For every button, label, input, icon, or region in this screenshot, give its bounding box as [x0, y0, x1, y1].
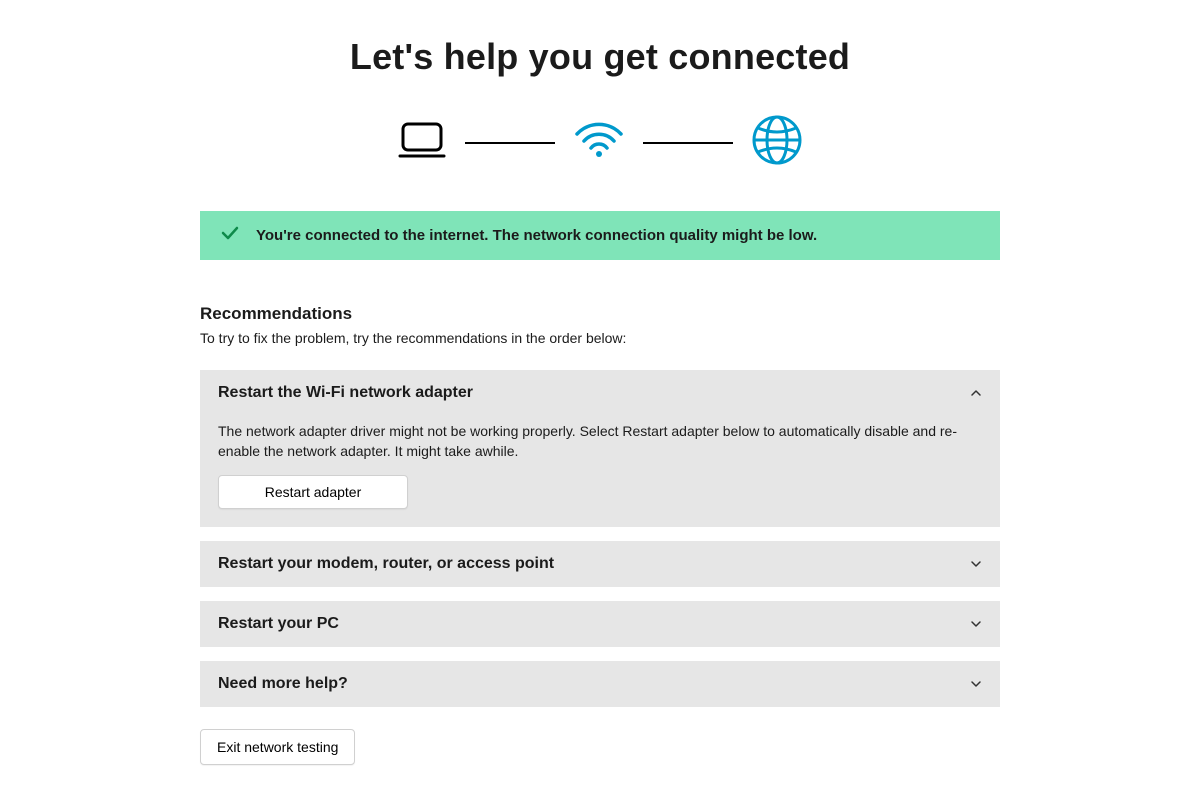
- globe-icon: [751, 114, 803, 171]
- chevron-down-icon: [970, 678, 982, 690]
- page-title: Let's help you get connected: [200, 36, 1000, 78]
- accordion-header-restart-pc[interactable]: Restart your PC: [200, 601, 1000, 647]
- status-message: You're connected to the internet. The ne…: [256, 227, 817, 244]
- recommendation-restart-modem: Restart your modem, router, or access po…: [200, 541, 1000, 587]
- chevron-up-icon: [970, 387, 982, 399]
- accordion-title: Restart your modem, router, or access po…: [218, 555, 554, 573]
- connector-line-2: [643, 142, 733, 144]
- accordion-title: Restart the Wi-Fi network adapter: [218, 384, 473, 402]
- chevron-down-icon: [970, 558, 982, 570]
- checkmark-icon: [220, 223, 240, 248]
- status-banner: You're connected to the internet. The ne…: [200, 211, 1000, 260]
- exit-network-testing-button[interactable]: Exit network testing: [200, 729, 355, 765]
- recommendation-restart-pc: Restart your PC: [200, 601, 1000, 647]
- recommendations-heading: Recommendations: [200, 304, 1000, 324]
- laptop-icon: [397, 120, 447, 165]
- connection-diagram: [200, 114, 1000, 171]
- wifi-icon: [573, 120, 625, 165]
- main-container: Let's help you get connected: [200, 0, 1000, 765]
- restart-adapter-button[interactable]: Restart adapter: [218, 475, 408, 509]
- accordion-title: Need more help?: [218, 675, 348, 693]
- recommendations-subtext: To try to fix the problem, try the recom…: [200, 330, 1000, 346]
- recommendation-more-help: Need more help?: [200, 661, 1000, 707]
- accordion-header-more-help[interactable]: Need more help?: [200, 661, 1000, 707]
- accordion-header-restart-adapter[interactable]: Restart the Wi-Fi network adapter: [200, 370, 1000, 416]
- recommendation-restart-adapter: Restart the Wi-Fi network adapter The ne…: [200, 370, 1000, 527]
- accordion-body: The network adapter driver might not be …: [200, 416, 1000, 527]
- accordion-header-restart-modem[interactable]: Restart your modem, router, or access po…: [200, 541, 1000, 587]
- chevron-down-icon: [970, 618, 982, 630]
- connector-line-1: [465, 142, 555, 144]
- accordion-title: Restart your PC: [218, 615, 339, 633]
- accordion-body-text: The network adapter driver might not be …: [218, 416, 982, 461]
